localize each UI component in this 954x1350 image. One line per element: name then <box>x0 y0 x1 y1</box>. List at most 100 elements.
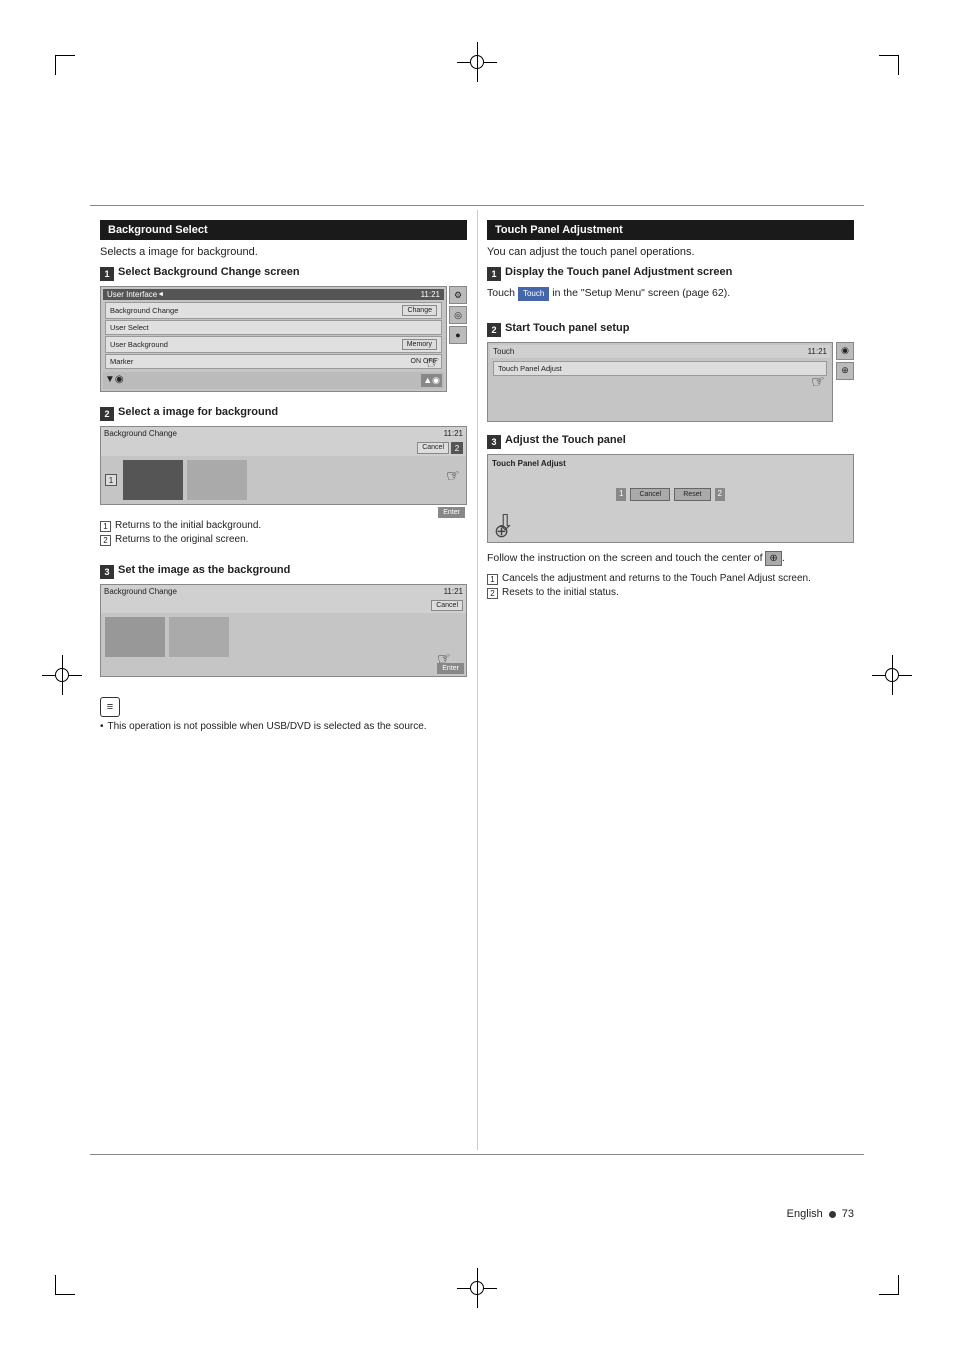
bg-step2-time: 11:21 <box>444 429 463 438</box>
bg-step3-img2 <box>169 617 229 657</box>
bg-step3-screen: Background Change 11:21 Cancel Enter <box>100 584 467 677</box>
bg-note: ≡ <box>100 697 467 717</box>
bg-step3-cancel: Cancel <box>431 600 463 611</box>
bg-step1-rows: Background Change Change User Select Use… <box>103 300 444 372</box>
touch-step1-header: 1 Display the Touch panel Adjustment scr… <box>487 266 854 281</box>
bg-row-3: Marker ON OFF <box>105 354 442 369</box>
page-num-text: 73 <box>842 1208 854 1220</box>
bg-memory-btn: Memory <box>402 339 437 350</box>
touch-side-icon-1: ◉ <box>836 342 854 360</box>
bg-step3-image-area <box>101 613 466 661</box>
bg-step3-time: 11:21 <box>444 587 463 596</box>
bg-img-dark <box>123 460 183 500</box>
bg-row-1: User Select <box>105 320 442 335</box>
top-divider <box>90 205 864 206</box>
touch-step3-btns: 1 Cancel Reset 2 <box>492 488 849 501</box>
touch-desc: You can adjust the touch panel operation… <box>487 246 854 258</box>
touch-step1-num: 1 <box>487 267 501 281</box>
touch-num-item-1: 1 Cancels the adjustment and returns to … <box>487 573 854 585</box>
side-icon-2: ◎ <box>449 306 467 324</box>
bg-step2-inner: Background Change 11:21 Cancel 2 1 ☞ <box>100 426 467 520</box>
bg-cancel-btn: Cancel <box>417 442 449 454</box>
crosshair-top <box>457 42 497 82</box>
touch-step1: 1 Display the Touch panel Adjustment scr… <box>487 266 854 310</box>
bg-row-0: Background Change Change <box>105 302 442 319</box>
touch-instr-suffix: in the "Setup Menu" screen (page 62). <box>552 287 730 299</box>
bg-step1-label: Select Background Change screen <box>118 266 300 278</box>
bg-step1-header: 1 Select Background Change screen <box>100 266 467 281</box>
bg-step3-img1 <box>105 617 165 657</box>
bg-step1-time: 11:21 <box>421 290 440 299</box>
bg-enter-wrap: Enter <box>100 505 467 520</box>
touch-side-icon-2: ⊕ <box>836 362 854 380</box>
side-icon-3: ● <box>449 326 467 344</box>
bg-step2-title: Background Change <box>104 429 177 438</box>
bg-image-area: 1 <box>101 456 466 504</box>
touch-step2-screen-wrap: Touch 11:21 Touch Panel Adjust ☞ ◉ ⊕ <box>487 342 854 422</box>
corner-mark-tl <box>55 55 75 75</box>
touch-step3-header: 3 Adjust the Touch panel <box>487 434 854 449</box>
bg-step1-screen: User Interface ◄ 11:21 Background Change… <box>100 286 447 392</box>
touch-step2-topbar: Touch 11:21 <box>490 345 830 358</box>
bg-video-icon: ▼◉ <box>105 374 124 387</box>
touch-step2: 2 Start Touch panel setup Touch 11:21 To… <box>487 322 854 422</box>
touch-step1-instruction: Touch Touch in the "Setup Menu" screen (… <box>487 286 854 302</box>
touch-step2-inner: Touch 11:21 Touch Panel Adjust ☞ <box>487 342 833 422</box>
touch-step2-spacer <box>493 377 827 412</box>
bg-note-text: • This operation is not possible when US… <box>100 721 467 732</box>
bg-step2-num: 2 <box>100 407 114 421</box>
bg-menu-icon: ▲◉ <box>421 374 442 387</box>
crosshair-bottom <box>457 1268 497 1308</box>
bg-step3-enter-wrap: Enter <box>101 661 466 676</box>
touch-step2-title: Touch <box>493 347 514 356</box>
bg-enter-btn: Enter <box>438 507 465 518</box>
bg-num-item-1: 1 Returns to the initial background. <box>100 520 467 532</box>
bg-step1: 1 Select Background Change screen User I… <box>100 266 467 394</box>
bg-step2-screen: Background Change 11:21 Cancel 2 1 ☞ <box>100 426 467 505</box>
bg-num-item-2: 2 Returns to the original screen. <box>100 534 467 546</box>
bg-img-light <box>187 460 247 500</box>
crosshair-left <box>42 655 82 695</box>
bg-step3-cancelbar: Cancel <box>101 598 466 613</box>
note-icon: ≡ <box>100 697 120 717</box>
bg-step3-titlebar: Background Change 11:21 <box>101 585 466 598</box>
touch-step2-header: 2 Start Touch panel setup <box>487 322 854 337</box>
touch-step2-screen: Touch 11:21 Touch Panel Adjust <box>487 342 833 422</box>
bg-step3-touch: ☞ <box>435 648 453 670</box>
main-content: Background Select Selects a image for ba… <box>100 220 854 1150</box>
touch-step3-title: Touch Panel Adjust <box>492 459 849 468</box>
touch-step3-cross: ⊕ <box>494 521 509 542</box>
bg-num-list: 1 Returns to the initial background. 2 R… <box>100 520 467 546</box>
bg-step1-touch: ☞ <box>424 352 442 374</box>
bg-note-content: This operation is not possible when USB/… <box>108 721 427 732</box>
touch-btn-num2: 2 <box>715 488 725 501</box>
bg-step2-label: Select a image for background <box>118 406 278 418</box>
touch-step3-instruction: Follow the instruction on the screen and… <box>487 551 854 567</box>
touch-step3-label: Adjust the Touch panel <box>505 434 626 446</box>
touch-btn-num1: 1 <box>616 488 626 501</box>
touch-step2-label: Start Touch panel setup <box>505 322 629 334</box>
touch-step2-time: 11:21 <box>808 347 827 356</box>
touch-btn-label: Touch <box>518 287 549 301</box>
left-column: Background Select Selects a image for ba… <box>100 220 467 1150</box>
corner-mark-br <box>879 1275 899 1295</box>
touch-cross-icon: ⊕ <box>765 551 781 566</box>
bg-step1-screen-title: User Interface <box>107 290 157 299</box>
bg-change-btn: Change <box>402 305 437 316</box>
right-column: Touch Panel Adjustment You can adjust th… <box>487 220 854 1150</box>
bg-step3: 3 Set the image as the background Backgr… <box>100 564 467 677</box>
touch-step3: 3 Adjust the Touch panel Touch Panel Adj… <box>487 434 854 605</box>
bg-step2-titlebar: Background Change 11:21 <box>101 427 466 440</box>
bg-step3-title: Background Change <box>104 587 177 596</box>
bg-step3-header: 3 Set the image as the background <box>100 564 467 579</box>
touch-cancel-btn: Cancel <box>630 488 670 501</box>
touch-step2-cursor: ☞ <box>809 371 827 393</box>
touch-step3-num: 3 <box>487 435 501 449</box>
touch-step2-body: Touch Panel Adjust <box>490 358 830 415</box>
bg-step2-cancelbar: Cancel 2 <box>101 440 466 456</box>
touch-step3-body: 1 Cancel Reset 2 ⇩ ⊕ <box>492 488 849 538</box>
touch-reset-btn: Reset <box>674 488 710 501</box>
touch-num-list: 1 Cancels the adjustment and returns to … <box>487 573 854 599</box>
bg-step3-label: Set the image as the background <box>118 564 290 576</box>
touch-header: Touch Panel Adjustment <box>487 220 854 240</box>
